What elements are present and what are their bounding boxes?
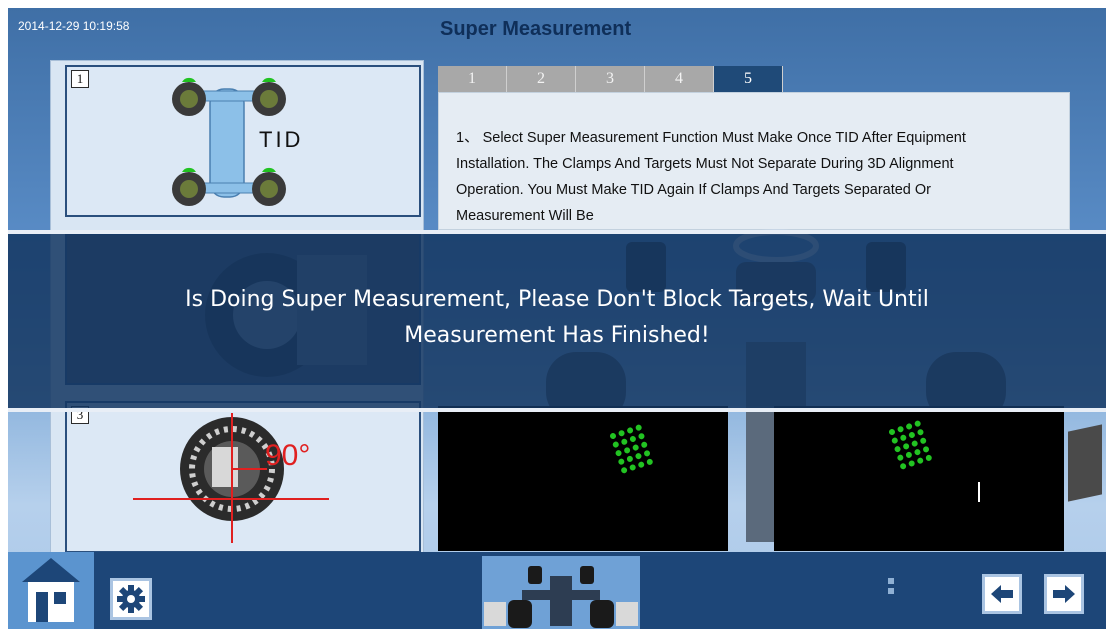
settings-button[interactable] bbox=[110, 578, 152, 620]
left-target-dots bbox=[610, 424, 653, 474]
gear-icon bbox=[117, 585, 145, 613]
instruction-panel: 1、 Select Super Measurement Function Mus… bbox=[438, 92, 1070, 230]
page-title: Super Measurement bbox=[440, 18, 632, 40]
home-button[interactable] bbox=[8, 552, 94, 629]
car-icon bbox=[482, 556, 640, 629]
tab-3[interactable]: 3 bbox=[576, 66, 645, 92]
tid-label: TID bbox=[259, 127, 304, 152]
instruction-text: 1、 Select Super Measurement Function Mus… bbox=[456, 130, 966, 224]
target-board-edge bbox=[1068, 424, 1102, 502]
tab-2[interactable]: 2 bbox=[507, 66, 576, 92]
back-arrow-icon bbox=[991, 585, 1013, 603]
app-window: 2014-12-29 10:19:58 Super Measurement 1 … bbox=[8, 8, 1106, 629]
tab-5[interactable]: 5 bbox=[714, 66, 783, 92]
back-button[interactable] bbox=[982, 574, 1022, 614]
overlay-message: Is Doing Super Measurement, Please Don't… bbox=[8, 282, 1106, 354]
tab-1[interactable]: 1 bbox=[438, 66, 507, 92]
top-bar: 2014-12-29 10:19:58 Super Measurement bbox=[8, 8, 1106, 56]
step-1[interactable]: 1 TID bbox=[65, 65, 421, 217]
car-view-button[interactable] bbox=[482, 556, 640, 629]
rotation-illustration bbox=[133, 413, 329, 543]
overlay-line-2: Measurement Has Finished! bbox=[404, 323, 710, 348]
right-target-dots bbox=[889, 420, 980, 502]
step-tabs: 1 2 3 4 5 bbox=[438, 66, 783, 92]
step-3[interactable]: 3 90° bbox=[65, 401, 421, 553]
home-icon bbox=[22, 558, 80, 622]
forward-button[interactable] bbox=[1044, 574, 1084, 614]
status-indicator bbox=[888, 578, 896, 600]
measurement-overlay: Is Doing Super Measurement, Please Don't… bbox=[8, 230, 1106, 412]
right-camera-view bbox=[774, 406, 1064, 551]
angle-label: 90° bbox=[265, 439, 311, 472]
datetime: 2014-12-29 10:19:58 bbox=[18, 19, 130, 33]
tid-illustration bbox=[172, 77, 286, 206]
tab-4[interactable]: 4 bbox=[645, 66, 714, 92]
forward-arrow-icon bbox=[1053, 585, 1075, 603]
bottom-toolbar bbox=[8, 552, 1106, 629]
overlay-line-1: Is Doing Super Measurement, Please Don't… bbox=[185, 287, 929, 312]
left-camera-view bbox=[438, 406, 728, 551]
